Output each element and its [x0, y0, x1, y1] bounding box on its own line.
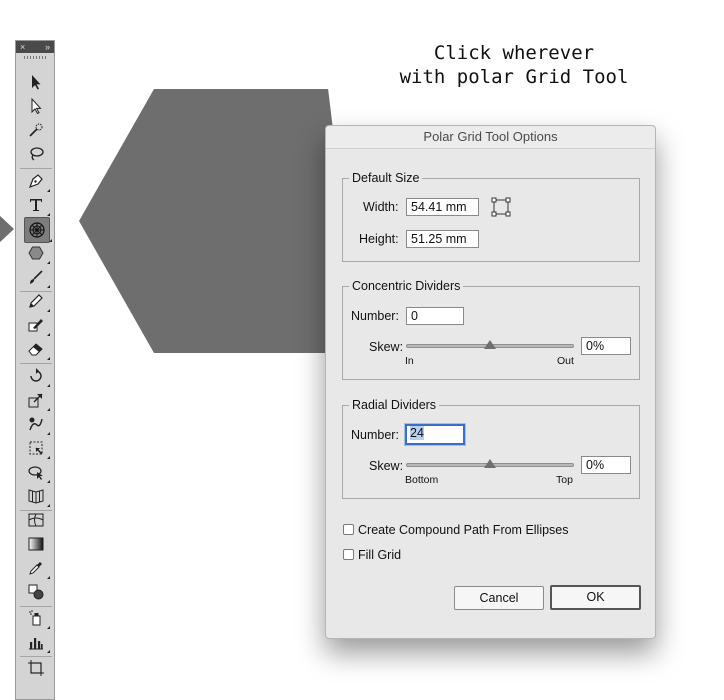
radial-skew-field[interactable]: 0% — [581, 456, 631, 474]
instruction-line-2: with polar Grid Tool — [399, 66, 629, 88]
fill-grid-label[interactable]: Fill Grid — [358, 547, 401, 563]
partial-shape — [0, 214, 14, 244]
eyedropper-icon — [29, 562, 42, 575]
radial-dividers-group: Radial Dividers Number: 24 Skew: Bottom … — [342, 397, 640, 499]
close-panel-icon[interactable]: × — [20, 41, 25, 53]
radial-dividers-legend: Radial Dividers — [349, 397, 440, 413]
concentric-skew-label: Skew: — [369, 340, 404, 354]
magic-wand-icon — [29, 123, 43, 137]
pen-tool[interactable] — [25, 170, 50, 192]
fill-grid-checkbox[interactable] — [343, 549, 354, 560]
compound-path-checkbox[interactable] — [343, 524, 354, 535]
hexagon-shape — [79, 89, 344, 353]
concentric-slider-min-label: In — [405, 355, 414, 367]
height-field[interactable]: 51.25 mm — [406, 230, 479, 248]
hollow-arrow-icon — [31, 97, 42, 115]
brush-icon — [30, 270, 43, 284]
shaper-tool[interactable] — [25, 314, 50, 336]
blend-icon — [28, 584, 44, 600]
default-size-legend: Default Size — [349, 170, 423, 186]
perspective-grid-tool[interactable] — [25, 485, 50, 507]
pen-icon — [28, 174, 43, 189]
type-icon — [30, 199, 42, 211]
blend-tool[interactable] — [25, 581, 47, 603]
concentric-number-label: Number: — [351, 309, 399, 323]
eyedropper-tool[interactable] — [25, 557, 50, 579]
gradient-tool[interactable] — [25, 533, 47, 555]
polar-grid-icon — [29, 222, 45, 238]
width-label: Width: — [363, 200, 399, 214]
free-transform-tool[interactable] — [25, 437, 50, 459]
ok-button[interactable]: OK — [550, 585, 641, 610]
column-graph-tool[interactable] — [25, 631, 50, 653]
instruction-line-1: Click wherever — [433, 42, 595, 64]
pencil-tool[interactable] — [25, 290, 50, 312]
scale-tool[interactable] — [25, 389, 50, 411]
dialog-title: Polar Grid Tool Options — [326, 126, 655, 149]
width-field[interactable]: 54.41 mm — [406, 198, 479, 216]
eraser-icon — [28, 343, 43, 356]
rotate-icon — [30, 368, 42, 382]
magic-wand-tool[interactable] — [25, 119, 47, 141]
gradient-icon — [28, 537, 44, 551]
warp-tool[interactable] — [25, 413, 50, 435]
lasso-icon — [30, 147, 44, 161]
scale-icon — [28, 393, 43, 408]
radial-skew-label: Skew: — [369, 459, 404, 473]
concentric-dividers-group: Concentric Dividers Number: 0 Skew: In O… — [342, 278, 640, 380]
radial-slider-max-label: Top — [556, 474, 573, 486]
mesh-icon — [28, 513, 44, 527]
pencil-icon — [29, 294, 43, 308]
radial-number-label: Number: — [351, 428, 399, 442]
radial-number-value: 24 — [410, 426, 424, 440]
polar-grid-options-dialog: Polar Grid Tool Options Default Size Wid… — [325, 125, 656, 639]
default-size-group: Default Size Width: 54.41 mm Height: 51.… — [342, 170, 640, 262]
tools-panel: × » — [15, 40, 55, 700]
concentric-skew-thumb[interactable] — [484, 340, 496, 349]
polar-grid-tool[interactable] — [24, 217, 52, 243]
lasso-tool[interactable] — [25, 143, 47, 165]
rotate-tool[interactable] — [25, 365, 50, 387]
perspective-grid-icon — [28, 489, 44, 504]
compound-path-label[interactable]: Create Compound Path From Ellipses — [358, 522, 569, 538]
collapse-panel-icon[interactable]: » — [45, 41, 50, 53]
height-label: Height: — [359, 232, 399, 246]
shaper-icon — [28, 319, 43, 332]
artboard-icon — [28, 660, 44, 676]
radial-skew-thumb[interactable] — [484, 459, 496, 468]
cancel-button[interactable]: Cancel — [454, 586, 544, 610]
concentric-slider-max-label: Out — [557, 355, 574, 367]
free-transform-icon — [29, 441, 43, 455]
radial-number-field[interactable]: 24 — [405, 424, 465, 445]
warp-icon — [29, 417, 43, 431]
mesh-tool[interactable] — [25, 509, 47, 531]
graph-icon — [29, 638, 43, 650]
concentric-dividers-legend: Concentric Dividers — [349, 278, 464, 294]
panel-grip[interactable] — [16, 53, 54, 61]
eraser-tool[interactable] — [25, 338, 50, 360]
artboard-tool[interactable] — [25, 657, 47, 679]
radial-slider-min-label: Bottom — [405, 474, 439, 486]
concentric-skew-field[interactable]: 0% — [581, 337, 631, 355]
polygon-tool[interactable] — [25, 242, 50, 264]
direct-selection-tool[interactable] — [25, 95, 47, 117]
paintbrush-tool[interactable] — [25, 266, 50, 288]
shape-builder-tool[interactable] — [25, 461, 50, 483]
arrow-icon — [32, 75, 41, 90]
shape-builder-icon — [28, 466, 43, 480]
symbol-sprayer-tool[interactable] — [25, 607, 50, 629]
selection-tool[interactable] — [25, 71, 47, 93]
symbol-sprayer-icon — [29, 610, 41, 626]
polygon-icon — [28, 246, 44, 260]
tools-panel-header: × » — [16, 41, 54, 53]
reference-point-icon[interactable] — [491, 197, 511, 217]
instruction-text: Click wherever with polar Grid Tool — [385, 41, 643, 89]
type-tool[interactable] — [25, 194, 50, 216]
concentric-number-field[interactable]: 0 — [406, 307, 464, 325]
